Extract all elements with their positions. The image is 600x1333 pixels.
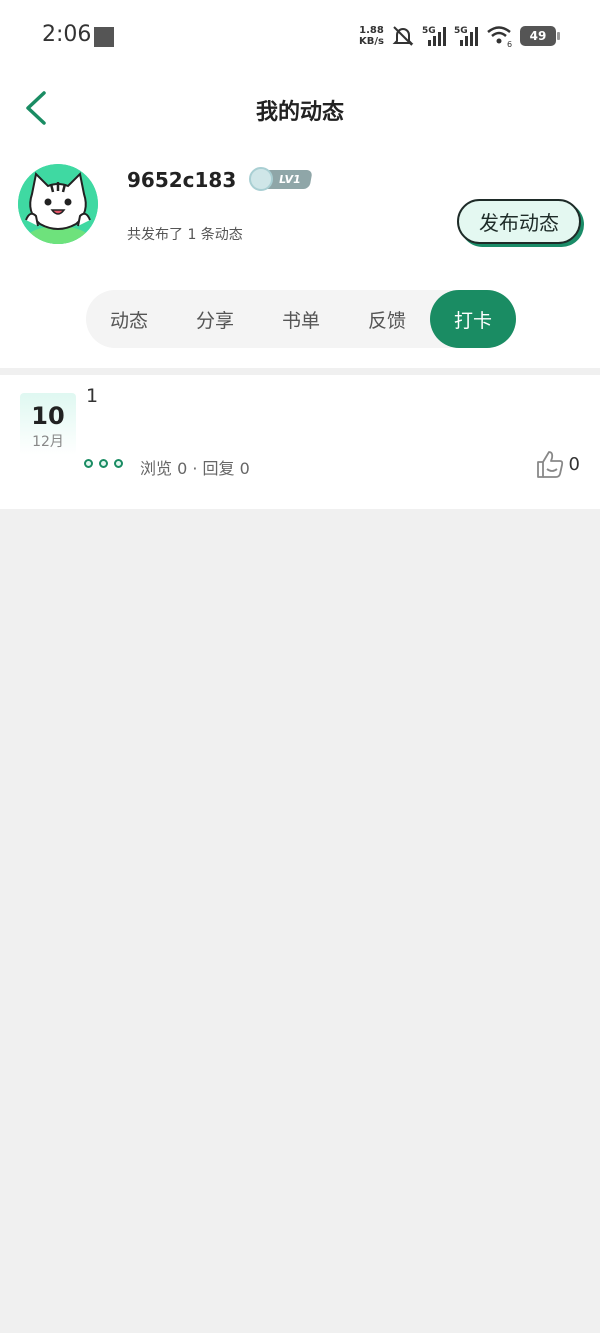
thumbs-up-icon <box>536 451 563 478</box>
status-bar: 2:06 1.88 KB/s 5G 5G 6 49 <box>0 0 600 72</box>
tab-booklist[interactable]: 书单 <box>258 290 344 348</box>
date-box: 10 12月 <box>20 393 76 455</box>
battery-icon: 49 <box>520 26 560 46</box>
mute-bell-icon <box>392 26 414 46</box>
status-icons: 1.88 KB/s 5G 5G 6 49 <box>359 22 560 50</box>
net-speed-unit: KB/s <box>359 36 384 47</box>
level-badge: LV1 <box>249 167 313 191</box>
entry-text: 1 <box>86 385 99 407</box>
post-count: 共发布了 1 条动态 <box>127 227 243 243</box>
dot <box>84 459 93 468</box>
more-icon[interactable] <box>84 459 123 468</box>
list-item[interactable]: 10 12月 1 浏览 0 · 回复 0 0 <box>0 375 600 509</box>
date-day: 10 <box>31 402 65 430</box>
sim1-label: 5G <box>422 26 436 36</box>
signal-5g-2-icon: 5G <box>454 26 478 46</box>
wifi-sub: 6 <box>507 40 512 48</box>
status-time: 2:06 <box>42 22 92 47</box>
username: 9652c183 <box>127 168 237 192</box>
page-title: 我的动态 <box>255 100 344 125</box>
like-count: 0 <box>568 453 580 475</box>
entry-stats: 浏览 0 · 回复 0 <box>140 459 250 478</box>
publish-button[interactable]: 发布动态 <box>457 199 581 244</box>
wifi-icon: 6 <box>487 26 512 48</box>
avatar[interactable] <box>18 164 98 244</box>
battery-level: 49 <box>529 29 547 43</box>
tab-bar: 动态 分享 书单 反馈 打卡 <box>86 290 516 348</box>
cat-avatar-icon <box>18 164 98 244</box>
date-month: 12月 <box>32 434 64 450</box>
tab-checkin[interactable]: 打卡 <box>430 290 516 348</box>
dot <box>99 459 108 468</box>
sim2-label: 5G <box>454 26 468 36</box>
dot <box>114 459 123 468</box>
tab-feedback[interactable]: 反馈 <box>344 290 430 348</box>
notification-icon <box>94 27 114 47</box>
tab-share[interactable]: 分享 <box>172 290 258 348</box>
net-speed-value: 1.88 <box>359 25 384 36</box>
profile-header: 我的动态 9652c183 LV1 共发布了 1 条动态 发布动态 动态 分享 … <box>0 72 600 368</box>
net-speed: 1.88 KB/s <box>359 25 384 47</box>
level-gem-icon <box>249 167 273 191</box>
signal-5g-icon: 5G <box>422 26 446 46</box>
tab-dynamics[interactable]: 动态 <box>86 290 172 348</box>
like-button[interactable]: 0 <box>535 449 580 479</box>
